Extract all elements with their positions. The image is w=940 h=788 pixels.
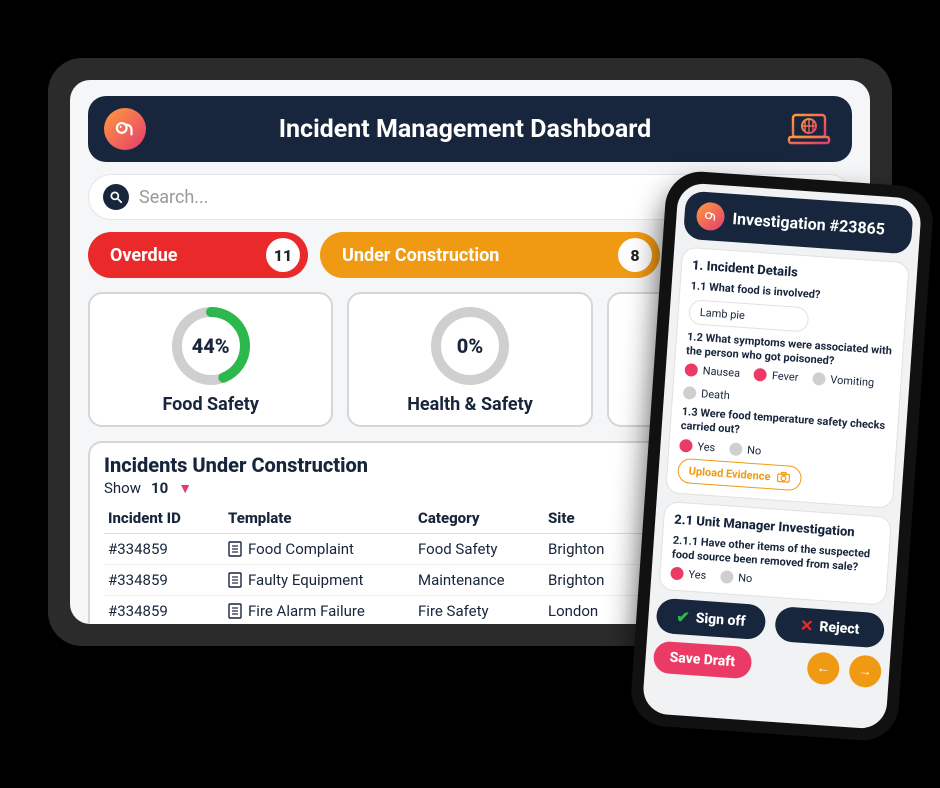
cell-category: Maintenance (414, 565, 544, 596)
donut-chart: 0% (428, 304, 512, 388)
upload-label: Upload Evidence (688, 464, 771, 483)
unit-manager-card: 2.1 Unit Manager Investigation 2.1.1 Hav… (658, 501, 892, 606)
save-draft-button[interactable]: Save Draft (653, 641, 753, 680)
filter-pill-overdue[interactable]: Overdue 11 (88, 232, 308, 278)
nav-next-button[interactable]: → (848, 654, 882, 688)
col-template[interactable]: Template (224, 503, 414, 534)
donut-card-food-safety[interactable]: 44% Food Safety (88, 292, 333, 427)
sign-off-button[interactable]: ✔ Sign off (655, 598, 766, 641)
donut-label: Health & Safety (407, 394, 533, 415)
option-label: No (738, 572, 753, 586)
option-label: Yes (688, 568, 707, 582)
phone-screen: Investigation #23865 1. Incident Details… (642, 182, 923, 730)
app-logo (104, 108, 146, 150)
option-label: Vomiting (830, 373, 875, 389)
radio-option[interactable]: Death (683, 386, 730, 402)
app-header: Incident Management Dashboard (88, 96, 852, 162)
radio-icon (679, 439, 693, 453)
radio-option[interactable]: No (729, 442, 762, 457)
action-buttons-row: ✔ Sign off ✕ Reject (655, 598, 885, 649)
filter-pill-under-construction[interactable]: Under Construction 8 (320, 232, 660, 278)
cell-template: Fire Alarm Failure (224, 596, 414, 625)
col-site[interactable]: Site (544, 503, 654, 534)
search-icon (103, 184, 129, 210)
laptop-globe-icon (784, 109, 836, 149)
show-value: 10 (151, 479, 168, 497)
cell-incident-id: #334859 (104, 534, 224, 565)
cell-incident-id: #334859 (104, 565, 224, 596)
option-label: Fever (772, 369, 799, 384)
cell-site: Brighton (544, 534, 654, 565)
reject-label: Reject (819, 619, 860, 638)
elephant-icon (702, 208, 719, 225)
radio-icon (812, 372, 826, 386)
option-label: No (747, 443, 762, 457)
radio-icon (720, 570, 734, 584)
option-label: Nausea (702, 365, 740, 381)
pill-label: Overdue (110, 245, 250, 266)
cell-template: Food Complaint (224, 534, 414, 565)
arrow-right-icon: → (858, 663, 872, 680)
elephant-icon (112, 116, 138, 142)
donut-label: Food Safety (162, 394, 258, 415)
radio-option[interactable]: No (720, 570, 753, 585)
col-incident-id[interactable]: Incident ID (104, 503, 224, 534)
phone-header: Investigation #23865 (683, 191, 914, 255)
radio-icon (754, 368, 768, 382)
donut-percent: 0% (428, 304, 512, 388)
footer-row: Save Draft ← → (653, 641, 883, 689)
page-title: Incident Management Dashboard (160, 115, 770, 144)
document-icon (228, 541, 242, 557)
radio-icon (683, 386, 697, 400)
x-icon: ✕ (799, 616, 814, 636)
upload-evidence-button[interactable]: Upload Evidence (677, 458, 802, 492)
app-logo (696, 201, 726, 231)
option-label: Death (701, 387, 731, 402)
cell-incident-id: #334859 (104, 596, 224, 625)
cell-category: Food Safety (414, 534, 544, 565)
pill-label: Under Construction (342, 245, 602, 266)
document-icon (228, 572, 242, 588)
camera-icon (776, 471, 791, 484)
donut-card-health-safety[interactable]: 0% Health & Safety (347, 292, 592, 427)
incident-details-card: 1. Incident Details 1.1 What food is inv… (665, 247, 910, 509)
document-icon (228, 603, 242, 619)
pill-count-badge: 8 (618, 238, 652, 272)
arrow-left-icon: ← (816, 660, 830, 677)
cell-template: Faulty Equipment (224, 565, 414, 596)
radio-option[interactable]: Yes (679, 439, 716, 454)
signoff-label: Sign off (695, 610, 746, 629)
options-1-2: Nausea Fever Vomiting Death (683, 363, 891, 413)
radio-option[interactable]: Vomiting (812, 372, 875, 389)
investigation-title: Investigation #23865 (732, 208, 886, 238)
chevron-down-icon: ▼ (178, 480, 192, 497)
radio-option[interactable]: Nausea (684, 363, 740, 380)
show-label: Show (104, 479, 141, 497)
donut-chart: 44% (169, 304, 253, 388)
cell-category: Fire Safety (414, 596, 544, 625)
check-icon: ✔ (676, 607, 691, 627)
radio-option[interactable]: Fever (754, 368, 799, 384)
option-label: Yes (697, 440, 716, 454)
answer-food-involved[interactable]: Lamb pie (688, 299, 809, 332)
col-category[interactable]: Category (414, 503, 544, 534)
nav-prev-button[interactable]: ← (806, 652, 840, 686)
pill-count-badge: 11 (266, 238, 300, 272)
phone-device-frame: Investigation #23865 1. Incident Details… (629, 169, 935, 742)
donut-percent: 44% (169, 304, 253, 388)
radio-icon (670, 567, 684, 581)
radio-icon (684, 363, 698, 377)
radio-icon (729, 442, 743, 456)
radio-option[interactable]: Yes (670, 567, 707, 582)
reject-button[interactable]: ✕ Reject (774, 606, 885, 649)
